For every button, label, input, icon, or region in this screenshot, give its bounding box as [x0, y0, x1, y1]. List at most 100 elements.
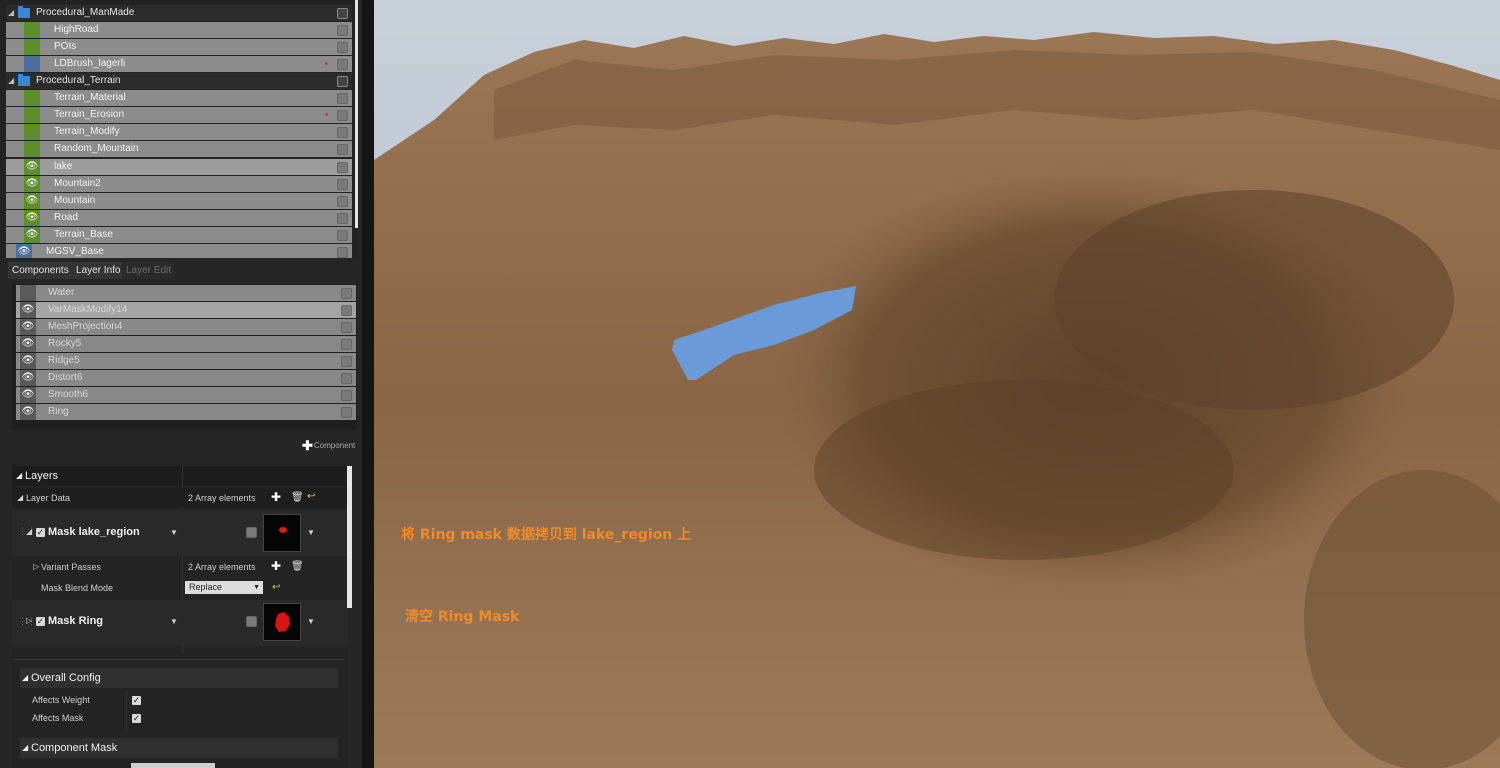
visibility-toggle[interactable] — [337, 230, 348, 241]
eye-icon[interactable]: 👁 — [24, 210, 40, 226]
outliner-folder-procedural-manmade[interactable]: ◢ Procedural_ManMade — [6, 5, 352, 21]
add-element-icon[interactable]: ✚ — [271, 559, 281, 573]
visibility-toggle[interactable] — [337, 42, 348, 53]
outliner-item-random-mountain[interactable]: Random_Mountain — [6, 141, 352, 157]
outliner-scrollbar[interactable] — [355, 0, 358, 228]
visibility-toggle[interactable] — [341, 339, 352, 350]
chevron-down-icon[interactable]: ▼ — [170, 617, 178, 626]
mask-lake-region-thumbnail[interactable] — [263, 514, 301, 552]
component-row-distort6[interactable]: 👁 Distort6 — [16, 370, 356, 386]
visibility-toggle[interactable] — [337, 110, 348, 121]
component-mask-dropdown[interactable] — [131, 763, 215, 768]
outliner-item-mgsv-base[interactable]: 👁 MGSV_Base — [6, 244, 352, 258]
tab-components[interactable]: Components — [8, 262, 73, 279]
outliner-item-terrain-modify[interactable]: Terrain_Modify — [6, 124, 352, 140]
component-row-ridge5[interactable]: 👁 Ridge5 — [16, 353, 356, 369]
eye-icon[interactable]: 👁 — [20, 353, 36, 369]
visibility-toggle[interactable] — [337, 144, 348, 155]
mask-blend-mode-dropdown[interactable]: Replace — [185, 581, 263, 594]
visibility-toggle[interactable] — [341, 305, 352, 316]
affects-mask-checkbox[interactable]: ✓ — [132, 714, 141, 723]
visibility-toggle[interactable] — [341, 356, 352, 367]
eye-icon[interactable]: 👁 — [24, 176, 40, 192]
collapse-arrow-icon[interactable]: ◢ — [22, 668, 28, 688]
mask-ring-checkbox[interactable]: ✓ — [36, 617, 45, 626]
terrain-viewport[interactable]: 将 Ring mask 数据拷贝到 lake_region 上 清空 Ring … — [374, 0, 1500, 768]
visibility-toggle[interactable] — [337, 8, 348, 19]
eye-icon[interactable]: 👁 — [20, 302, 36, 318]
outliner-item-mountain[interactable]: 👁 Mountain — [6, 193, 352, 209]
outliner-item-lake[interactable]: 👁 lake — [6, 159, 352, 175]
expand-arrow-icon[interactable]: ◢ — [17, 493, 23, 502]
add-component-button[interactable]: ✚Component — [302, 438, 355, 454]
collapsed-arrow-icon[interactable]: ▷ — [33, 562, 39, 571]
mask-ring-thumbnail[interactable] — [263, 603, 301, 641]
expand-arrow-icon[interactable]: ◢ — [8, 8, 14, 17]
add-element-icon[interactable]: ✚ — [271, 490, 281, 504]
component-row-smooth6[interactable]: 👁 Smooth6 — [16, 387, 356, 403]
eye-icon[interactable]: 👁 — [20, 370, 36, 386]
reset-icon[interactable]: ↩ — [307, 491, 315, 502]
collapsed-arrow-icon[interactable]: ▷ — [26, 616, 32, 625]
overall-config-header[interactable]: ◢ Overall Config — [20, 668, 338, 688]
tab-layer-info[interactable]: Layer Info — [72, 262, 125, 279]
eye-icon[interactable]: 👁 — [24, 193, 40, 209]
chevron-down-icon[interactable]: ▼ — [307, 528, 315, 537]
layer-icon — [24, 90, 40, 106]
component-row-varmaskmodify14[interactable]: 👁 VarMaskModify14 — [16, 302, 356, 318]
mask-lake-region-checkbox[interactable]: ✓ — [36, 528, 45, 537]
affects-weight-checkbox[interactable]: ✓ — [132, 696, 141, 705]
visibility-toggle[interactable] — [341, 373, 352, 384]
visibility-toggle[interactable] — [337, 179, 348, 190]
visibility-toggle[interactable] — [341, 407, 352, 418]
component-mask-header[interactable]: ◢ Component Mask — [20, 738, 338, 758]
component-row-water[interactable]: Water — [16, 285, 356, 301]
outliner-item-road[interactable]: 👁 Road — [6, 210, 352, 226]
component-row-meshprojection4[interactable]: 👁 MeshProjection4 — [16, 319, 356, 335]
component-row-ring[interactable]: 👁 Ring — [16, 404, 356, 420]
visibility-toggle[interactable] — [341, 390, 352, 401]
eye-icon[interactable]: 👁 — [20, 319, 36, 335]
mask-preview-image — [279, 527, 287, 533]
visibility-toggle[interactable] — [337, 59, 348, 70]
eye-icon[interactable]: 👁 — [20, 404, 36, 420]
visibility-toggle[interactable] — [337, 127, 348, 138]
eye-icon[interactable]: 👁 — [24, 159, 40, 175]
collapse-arrow-icon[interactable]: ◢ — [16, 466, 22, 486]
component-row-rocky5[interactable]: 👁 Rocky5 — [16, 336, 356, 352]
trash-icon[interactable]: 🗑 — [291, 492, 304, 503]
collapse-arrow-icon[interactable]: ◢ — [22, 738, 28, 758]
visibility-toggle[interactable] — [337, 76, 348, 87]
eye-icon[interactable]: 👁 — [20, 336, 36, 352]
visibility-toggle[interactable] — [337, 93, 348, 104]
panel-splitter[interactable] — [362, 0, 374, 768]
visibility-toggle[interactable] — [337, 196, 348, 207]
visibility-toggle[interactable] — [246, 527, 257, 538]
outliner-item-terrain-erosion[interactable]: Terrain_Erosion — [6, 107, 352, 123]
outliner-item-terrain-material[interactable]: Terrain_Material — [6, 90, 352, 106]
outliner-folder-procedural-terrain[interactable]: ◢ Procedural_Terrain — [6, 73, 352, 89]
outliner-item-pois[interactable]: POIs — [6, 39, 352, 55]
outliner-item-terrain-base[interactable]: 👁 Terrain_Base — [6, 227, 352, 243]
visibility-toggle[interactable] — [341, 322, 352, 333]
outliner-item-mountain2[interactable]: 👁 Mountain2 — [6, 176, 352, 192]
outliner-item-highroad[interactable]: HighRoad — [6, 22, 352, 38]
eye-icon[interactable]: 👁 — [20, 387, 36, 403]
visibility-toggle[interactable] — [246, 616, 257, 627]
outliner-item-ldbrush-lagerli[interactable]: LDBrush_lagerli — [6, 56, 352, 72]
layers-section-header[interactable]: ◢ Layers — [12, 466, 348, 486]
eye-icon[interactable]: 👁 — [16, 244, 32, 258]
trash-icon[interactable]: 🗑 — [291, 561, 304, 572]
visibility-toggle[interactable] — [337, 162, 348, 173]
expand-arrow-icon[interactable]: ◢ — [26, 527, 32, 536]
details-scrollbar[interactable] — [347, 466, 352, 608]
visibility-toggle[interactable] — [337, 247, 348, 258]
visibility-toggle[interactable] — [337, 213, 348, 224]
visibility-toggle[interactable] — [337, 25, 348, 36]
expand-arrow-icon[interactable]: ◢ — [8, 76, 14, 85]
visibility-toggle[interactable] — [341, 288, 352, 299]
reset-icon[interactable]: ↩ — [272, 582, 280, 593]
eye-icon[interactable]: 👁 — [24, 227, 40, 243]
chevron-down-icon[interactable]: ▼ — [170, 528, 178, 537]
chevron-down-icon[interactable]: ▼ — [307, 617, 315, 626]
